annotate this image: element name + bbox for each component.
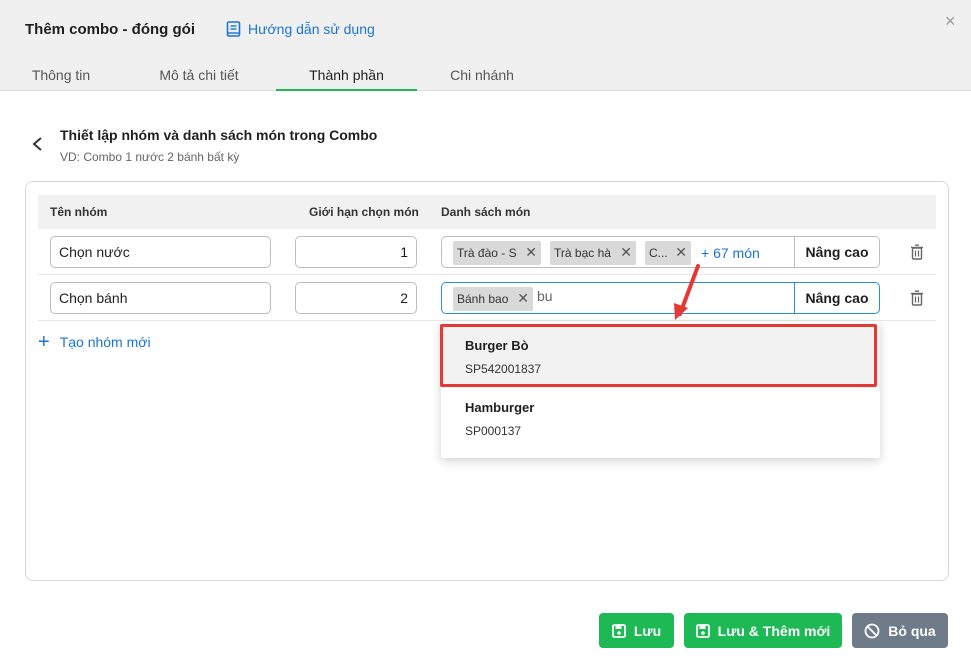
- trash-icon[interactable]: [910, 290, 924, 306]
- skip-button[interactable]: Bỏ qua: [852, 613, 948, 648]
- search-typed-text[interactable]: bu: [537, 288, 553, 304]
- tab-chi-nhanh[interactable]: Chi nhánh: [437, 62, 527, 91]
- group-name-input[interactable]: Chọn bánh: [50, 282, 271, 314]
- header-group-name: Tên nhóm: [50, 205, 108, 219]
- dropdown-option[interactable]: Hamburger SP000137: [441, 388, 880, 450]
- remove-tag-icon[interactable]: ✕: [517, 290, 529, 306]
- ban-icon: [864, 623, 880, 638]
- remove-tag-icon[interactable]: ✕: [525, 244, 537, 260]
- row-divider: [38, 320, 936, 321]
- save-button[interactable]: Lưu: [599, 613, 674, 648]
- floppy-disk-icon: [611, 623, 626, 638]
- item-tag: Trà bạc hà ✕: [550, 241, 636, 265]
- advanced-button[interactable]: Nâng cao: [794, 236, 880, 268]
- guide-link[interactable]: Hướng dẫn sử dụng: [226, 21, 375, 37]
- option-code: SP542001837: [465, 362, 542, 376]
- plus-icon: +: [38, 331, 50, 353]
- item-tag: Trà đào - S ✕: [453, 241, 541, 265]
- table-header: Tên nhóm Giới hạn chọn món Danh sách món: [38, 195, 936, 229]
- close-icon[interactable]: ×: [945, 12, 956, 30]
- tab-mo-ta[interactable]: Mô tả chi tiết: [141, 62, 257, 91]
- header-limit: Giới hạn chọn món: [309, 205, 419, 219]
- advanced-button[interactable]: Nâng cao: [794, 282, 880, 314]
- option-name: Hamburger: [465, 400, 535, 415]
- remove-tag-icon[interactable]: ✕: [675, 244, 687, 260]
- floppy-disk-icon: [695, 623, 710, 638]
- chevron-left-icon[interactable]: [30, 136, 44, 152]
- tab-thanh-phan[interactable]: Thành phần: [276, 62, 417, 91]
- tab-thong-tin[interactable]: Thông tin: [13, 62, 109, 91]
- option-code: SP000137: [465, 424, 522, 438]
- header-items: Danh sách món: [441, 205, 531, 219]
- items-dropdown: Burger Bò SP542001837 Hamburger SP000137: [441, 322, 880, 458]
- limit-input[interactable]: 2: [295, 282, 417, 314]
- modal-header: Thêm combo - đóng gói Hướng dẫn sử dụng …: [0, 0, 971, 91]
- add-group-button[interactable]: + Tạo nhóm mới: [38, 331, 151, 353]
- trash-icon[interactable]: [910, 244, 924, 260]
- group-name-input[interactable]: Chọn nước: [50, 236, 271, 268]
- items-tag-input[interactable]: Bánh bao ✕ bu: [441, 282, 796, 314]
- items-tag-input[interactable]: Trà đào - S ✕ Trà bạc hà ✕ C... ✕ + 67 m…: [441, 236, 796, 268]
- option-name: Burger Bò: [465, 338, 529, 353]
- more-items-link[interactable]: + 67 món: [701, 245, 760, 261]
- save-and-add-button[interactable]: Lưu & Thêm mới: [684, 613, 842, 648]
- guide-label: Hướng dẫn sử dụng: [248, 21, 375, 37]
- section-subtitle: VD: Combo 1 nước 2 bánh bất kỳ: [60, 150, 240, 164]
- item-tag: Bánh bao ✕: [453, 287, 533, 311]
- annotation-arrow: [674, 264, 700, 320]
- add-group-label: Tạo nhóm mới: [59, 334, 151, 350]
- book-icon: [226, 21, 241, 37]
- row-divider: [38, 274, 936, 275]
- dropdown-option[interactable]: Burger Bò SP542001837: [441, 326, 880, 388]
- modal-title: Thêm combo - đóng gói: [25, 21, 195, 38]
- remove-tag-icon[interactable]: ✕: [620, 244, 632, 260]
- section-title: Thiết lập nhóm và danh sách món trong Co…: [60, 127, 378, 143]
- limit-input[interactable]: 1: [295, 236, 417, 268]
